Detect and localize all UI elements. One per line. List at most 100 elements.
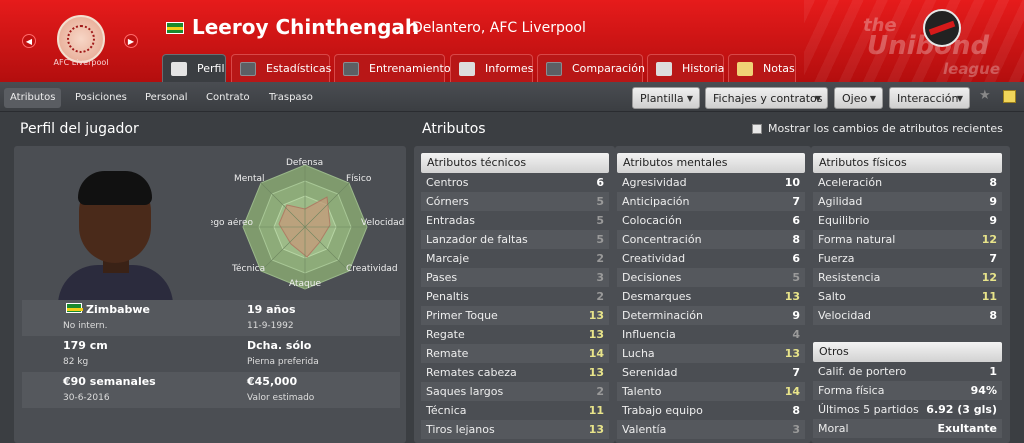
international-status: No intern. (63, 321, 108, 331)
attribute-row[interactable]: Técnica 11 (421, 401, 609, 420)
attribute-row[interactable]: Forma natural 12 (813, 230, 1002, 249)
attribute-name: Aceleración (818, 176, 883, 189)
tab-estadisticas[interactable]: Estadísticas (231, 54, 331, 82)
attribute-row[interactable]: Resistencia 12 (813, 268, 1002, 287)
attribute-name: Desmarques (622, 290, 692, 303)
attribute-row[interactable]: Aceleración 8 (813, 173, 1002, 192)
tab-label: Notas (763, 62, 795, 75)
dropdown-plantilla[interactable]: Plantilla ▼ (632, 87, 700, 109)
league-logo: the Unibond league (845, 3, 1020, 81)
attribute-row[interactable]: Determinación 9 (617, 306, 805, 325)
contract-end: 30-6-2016 (63, 393, 110, 403)
attribute-row[interactable]: Moral Exultante (813, 419, 1002, 438)
dropdown-interaccion[interactable]: Interacción ▼ (889, 87, 970, 109)
attribute-value: Exultante (937, 422, 997, 435)
radar-label-fisico: Físico (346, 174, 372, 184)
club-badge[interactable] (57, 15, 105, 63)
dropdown-ojeo[interactable]: Ojeo ▼ (834, 87, 883, 109)
attribute-value: 2 (596, 290, 604, 303)
attribute-row[interactable]: Penaltis 2 (421, 287, 609, 306)
tab-entrenamiento[interactable]: Entrenamiento (334, 54, 451, 82)
attribute-row[interactable]: Velocidad 8 (813, 306, 1002, 325)
attribute-row[interactable]: Trabajo equipo 8 (617, 401, 805, 420)
show-changes-checkbox[interactable] (752, 124, 762, 134)
nationality[interactable]: Zimbabwe (86, 303, 150, 316)
attribute-row[interactable]: Serenidad 7 (617, 363, 805, 382)
subnav-personal[interactable]: Personal (139, 88, 194, 108)
attribute-row[interactable]: Saques largos 2 (421, 382, 609, 401)
attribute-value: 5 (596, 233, 604, 246)
tab-label: Perfil (197, 62, 225, 75)
training-icon (343, 61, 359, 76)
tab-label: Historia (682, 62, 725, 75)
attribute-row[interactable]: Centros 6 (421, 173, 609, 192)
attribute-row[interactable]: Valentía 3 (617, 420, 805, 439)
attribute-row[interactable]: Fuerza 7 (813, 249, 1002, 268)
others-header[interactable]: Otros (813, 342, 1002, 362)
attribute-row[interactable]: Remates cabeza 13 (421, 363, 609, 382)
attribute-row[interactable]: Talento 14 (617, 382, 805, 401)
radar-label-ataque: Ataque (289, 279, 321, 289)
player-value: €45,000 (247, 375, 298, 388)
stats-icon (240, 61, 256, 76)
attribute-value: 8 (792, 404, 800, 417)
mental-header[interactable]: Atributos mentales (617, 153, 805, 173)
attribute-row[interactable]: Lucha 13 (617, 344, 805, 363)
attribute-row[interactable]: Regate 13 (421, 325, 609, 344)
tab-notas[interactable]: Notas (728, 54, 796, 82)
subnav-contrato[interactable]: Contrato (200, 88, 256, 108)
subnav-traspaso[interactable]: Traspaso (263, 88, 319, 108)
attribute-name: Determinación (622, 309, 703, 322)
subnav-posiciones[interactable]: Posiciones (69, 88, 133, 108)
next-arrow-icon[interactable]: ▶ (124, 34, 138, 48)
chevron-down-icon: ▼ (956, 94, 963, 103)
attribute-name: Tiros lejanos (426, 423, 495, 436)
attribute-row[interactable]: Córners 5 (421, 192, 609, 211)
attribute-row[interactable]: Concentración 8 (617, 230, 805, 249)
attribute-row[interactable]: Creatividad 6 (617, 249, 805, 268)
attribute-row[interactable]: Calif. de portero 1 (813, 362, 1002, 381)
attribute-name: Centros (426, 176, 469, 189)
attribute-row[interactable]: Agilidad 9 (813, 192, 1002, 211)
player-subtitle[interactable]: Delantero, AFC Liverpool (412, 20, 586, 36)
attribute-name: Valentía (622, 423, 667, 436)
attribute-row[interactable]: Influencia 4 (617, 325, 805, 344)
attribute-row[interactable]: Forma física 94% (813, 381, 1002, 400)
tab-label: Informes (485, 62, 534, 75)
attribute-row[interactable]: Pases 3 (421, 268, 609, 287)
attribute-row[interactable]: Anticipación 7 (617, 192, 805, 211)
attribute-row[interactable]: Equilibrio 9 (813, 211, 1002, 230)
subnav-atributos[interactable]: Atributos (4, 88, 62, 108)
info-row: Zimbabwe No intern. 19 años 11-9-1992 (22, 300, 400, 336)
attribute-row[interactable]: Colocación 6 (617, 211, 805, 230)
tab-perfil[interactable]: Perfil (162, 54, 226, 82)
technical-header[interactable]: Atributos técnicos (421, 153, 609, 173)
attribute-row[interactable]: Salto 11 (813, 287, 1002, 306)
player-wage: €90 semanales (63, 375, 156, 388)
attribute-row[interactable]: Últimos 5 partidos 6.92 (3 gls) (813, 400, 1002, 419)
tab-comparacion[interactable]: Comparación (537, 54, 645, 82)
attribute-row[interactable]: Entradas 5 (421, 211, 609, 230)
attribute-row[interactable]: Remate 14 (421, 344, 609, 363)
attribute-name: Marcaje (426, 252, 470, 265)
attribute-value: 7 (792, 195, 800, 208)
player-name: Leeroy Chinthengah (192, 15, 420, 39)
physical-header[interactable]: Atributos físicos (813, 153, 1002, 173)
favorite-star-icon[interactable]: ★ (979, 88, 991, 103)
attribute-value: 14 (784, 385, 800, 398)
prev-arrow-icon[interactable]: ◀ (22, 34, 36, 48)
tab-informes[interactable]: Informes (450, 54, 533, 82)
attribute-value: 7 (792, 366, 800, 379)
show-changes-label[interactable]: Mostrar los cambios de atributos recient… (768, 122, 1003, 135)
attribute-row[interactable]: Decisiones 5 (617, 268, 805, 287)
attribute-row[interactable]: Desmarques 13 (617, 287, 805, 306)
dropdown-fichajes[interactable]: Fichajes y contratos ▼ (705, 87, 828, 109)
radar-label-mental: Mental (234, 174, 265, 184)
attribute-row[interactable]: Marcaje 2 (421, 249, 609, 268)
add-note-icon[interactable] (1003, 90, 1016, 103)
attribute-row[interactable]: Lanzador de faltas 5 (421, 230, 609, 249)
attribute-row[interactable]: Tiros lejanos 13 (421, 420, 609, 439)
attribute-row[interactable]: Primer Toque 13 (421, 306, 609, 325)
tab-historia[interactable]: Historia (647, 54, 724, 82)
attribute-row[interactable]: Agresividad 10 (617, 173, 805, 192)
